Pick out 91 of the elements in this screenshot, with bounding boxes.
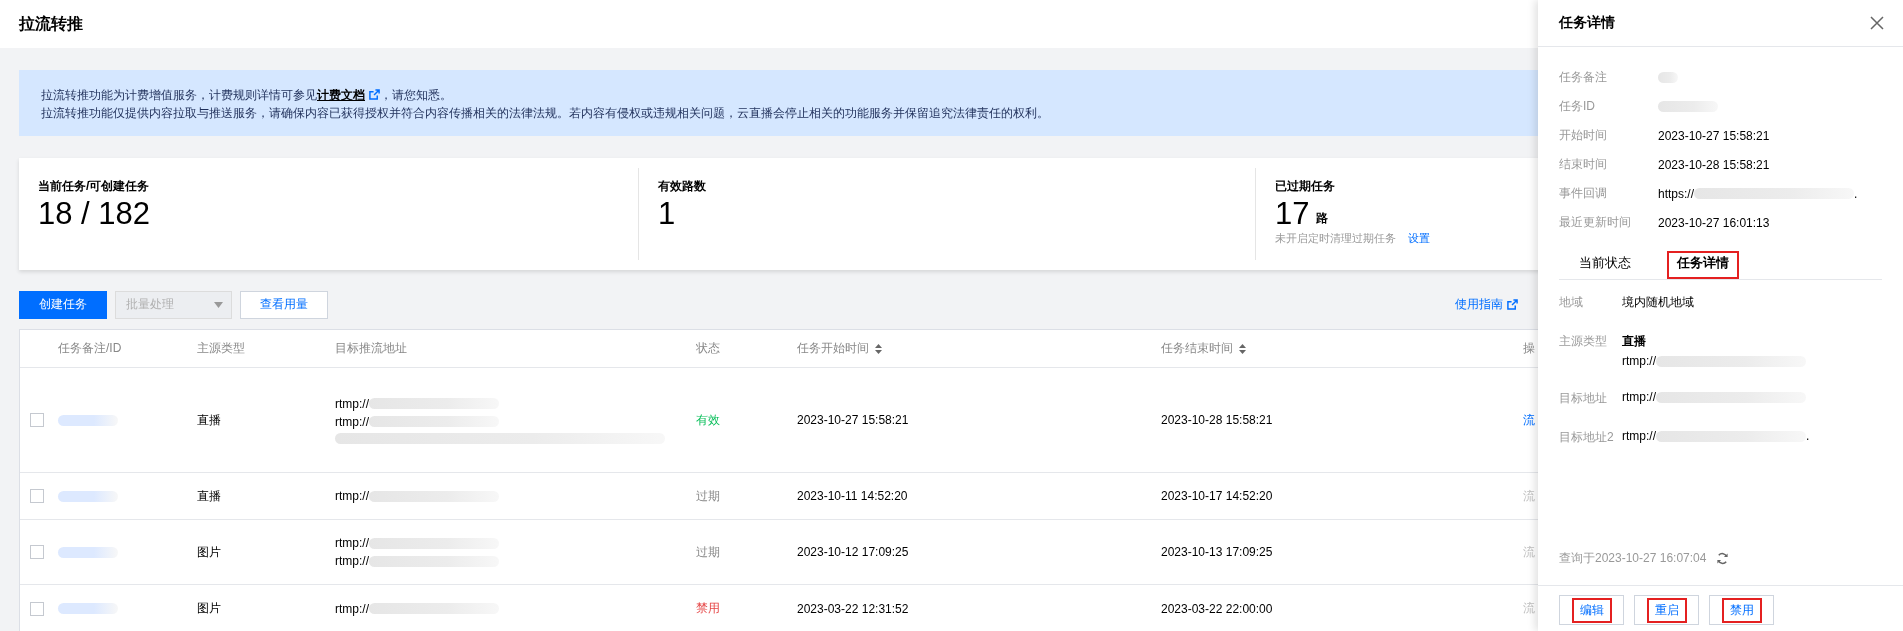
field-label: 开始时间 — [1559, 127, 1608, 144]
guide-link[interactable]: 使用指南 — [1455, 296, 1518, 313]
stat-value: 18 / 182 — [38, 197, 151, 231]
table-cell-text: 直播 — [197, 411, 222, 429]
stat-unit: 路 — [1316, 210, 1329, 227]
table-cell-text: 2023-10-13 17:09:25 — [1161, 545, 1274, 559]
close-icon[interactable] — [1869, 15, 1885, 31]
notice-text: 拉流转推功能为计费增值服务，计费规则详情可参见计费文档 ，请您知悉。 — [41, 88, 453, 103]
value-text: 2023-10-27 15:58:21 — [1658, 128, 1770, 143]
table-cell-text: 2023-10-11 14:52:20 — [797, 489, 909, 503]
drawer-button[interactable]: 禁用 — [1709, 595, 1774, 625]
stat-label: 当前任务/可创建任务 — [38, 178, 151, 195]
redacted-blur — [58, 490, 118, 502]
notice-text: 拉流转推功能仅提供内容拉取与推送服务，请确保内容已获得授权并符合内容传播相关的法律法规。若内容有侵权或违规相关问题，云直播会停止相关的功能服务并保留追究法律责任的权利。 — [41, 106, 1050, 121]
value-text: rtmp:// — [335, 536, 369, 550]
page-title: 拉流转推 — [19, 13, 83, 34]
value-text: 2023-10-28 15:58:21 — [1658, 157, 1770, 172]
drawer-title: 任务详情 — [1559, 14, 1615, 32]
field-label: 地域 — [1559, 294, 1584, 311]
redacted-blur — [1658, 72, 1678, 83]
value-text: rtmp:// — [1622, 429, 1656, 443]
tab[interactable]: 当前状态 — [1569, 251, 1641, 279]
table-cell-text: 图片 — [197, 600, 222, 617]
value-text: 直播 — [1622, 333, 1646, 350]
value-text: rtmp:// — [335, 601, 369, 616]
row-checkbox[interactable] — [30, 489, 44, 503]
table-cell-text: 2023-10-17 14:52:20 — [1161, 489, 1274, 503]
row-checkbox[interactable] — [30, 545, 44, 559]
sort-icon — [1239, 343, 1246, 354]
table-cell-text: 2023-03-22 22:00:00 — [1161, 601, 1274, 616]
table-cell-text: 2023-10-28 15:58:21 — [1161, 413, 1274, 427]
row-checkbox[interactable] — [30, 601, 44, 616]
settings-link[interactable]: 设置 — [1408, 231, 1430, 246]
table-cell-text: 2023-03-22 12:31:52 — [797, 601, 910, 616]
column-header[interactable]: 任务结束时间 — [1161, 340, 1523, 357]
column-header: 操 — [1523, 340, 1536, 357]
status-text: 禁用 — [696, 600, 721, 617]
redacted-blur — [58, 546, 118, 558]
field-label: 目标地址2 — [1559, 429, 1615, 446]
stat-note: 未开启定时清理过期任务 — [1275, 231, 1396, 246]
value-text: rtmp:// — [335, 396, 369, 411]
column-header: 状态 — [696, 340, 721, 357]
drawer-button[interactable]: 重启 — [1634, 595, 1699, 625]
field-label: 目标地址 — [1559, 390, 1608, 407]
table-cell-text: 2023-10-27 15:58:21 — [797, 413, 910, 427]
create-task-button[interactable]: 创建任务 — [19, 290, 107, 319]
value-text: rtmp:// — [335, 554, 369, 568]
redacted-blur — [1658, 101, 1718, 112]
row-checkbox[interactable] — [30, 413, 44, 427]
view-usage-button[interactable]: 查看用量 — [240, 290, 328, 319]
column-header[interactable]: 任务开始时间 — [797, 340, 1161, 357]
field-label: 事件回调 — [1559, 185, 1608, 202]
redacted-blur — [58, 414, 118, 426]
stat-value: 17 — [1275, 197, 1310, 231]
table-cell-text: 直播 — [197, 487, 222, 505]
redacted-blur — [58, 603, 118, 614]
table-cell-text: 2023-10-12 17:09:25 — [797, 545, 910, 559]
query-time: 查询于2023-10-27 16:07:04 — [1559, 550, 1707, 567]
tab[interactable]: 任务详情 — [1667, 251, 1739, 279]
column-header: 目标推流地址 — [335, 340, 408, 357]
field-label: 最近更新时间 — [1559, 214, 1632, 231]
drawer-button[interactable]: 编辑 — [1559, 595, 1624, 625]
caret-icon — [214, 301, 223, 308]
refresh-icon[interactable] — [1716, 552, 1730, 565]
field-label: 主源类型 — [1559, 333, 1608, 350]
status-text: 过期 — [696, 487, 721, 505]
value-text: rtmp:// — [1622, 390, 1656, 404]
column-header: 主源类型 — [197, 340, 246, 357]
table-cell-text: 图片 — [197, 543, 222, 561]
field-label: 任务备注 — [1559, 69, 1608, 86]
value-text: https:// — [1658, 186, 1695, 201]
external-link-icon — [1507, 299, 1518, 310]
status-text: 过期 — [696, 543, 721, 561]
value-text: rtmp:// — [335, 414, 369, 429]
status-text: 有效 — [696, 411, 721, 429]
value-text: . — [1854, 186, 1858, 201]
value-text: rtmp:// — [335, 489, 369, 503]
field-label: 结束时间 — [1559, 156, 1608, 173]
external-link-icon — [369, 89, 380, 100]
sort-icon — [875, 343, 882, 354]
value-text: rtmp:// — [1622, 354, 1656, 368]
stat-label: 已过期任务 — [1275, 178, 1336, 195]
field-label: 任务ID — [1559, 98, 1596, 115]
stat-label: 有效路数 — [658, 178, 707, 195]
value-text: 2023-10-27 16:01:13 — [1658, 215, 1770, 230]
value-text: . — [1806, 429, 1810, 443]
billing-doc-link[interactable]: 计费文档 — [317, 88, 365, 102]
column-header: 任务备注/ID — [58, 340, 123, 357]
value-text: 境内随机地域 — [1622, 294, 1694, 311]
action-link[interactable]: 流 — [1523, 411, 1538, 429]
stat-value: 1 — [658, 197, 676, 231]
